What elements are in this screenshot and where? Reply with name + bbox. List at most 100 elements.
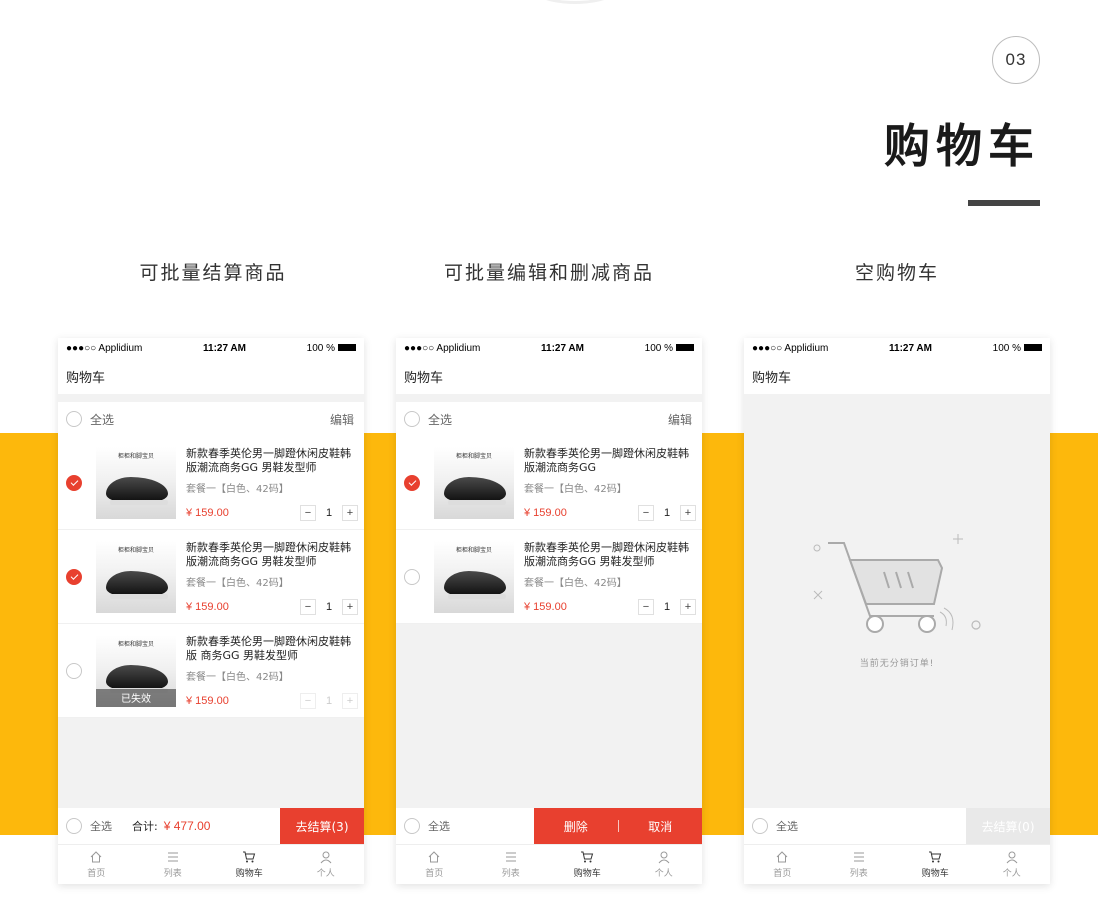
tab-cart[interactable]: 购物车 bbox=[549, 845, 626, 884]
select-all-radio[interactable] bbox=[404, 818, 420, 834]
battery-status: 100 % bbox=[993, 343, 1042, 354]
item-checkbox[interactable] bbox=[404, 568, 420, 585]
tab-profile[interactable]: 个人 bbox=[974, 845, 1051, 884]
tab-list[interactable]: 列表 bbox=[473, 845, 550, 884]
empty-state: 当前无分销订单! bbox=[744, 528, 1050, 669]
tab-cart[interactable]: 购物车 bbox=[211, 845, 288, 884]
battery-icon bbox=[338, 344, 356, 352]
quantity-value[interactable]: 1 bbox=[316, 599, 342, 615]
product-image[interactable]: 柜柜和脚宝贝 bbox=[96, 540, 176, 613]
item-checkbox[interactable] bbox=[66, 568, 82, 585]
cart-item: 柜柜和脚宝贝 新款春季英伦男一脚蹬休闲皮鞋韩版潮流商务GG 男鞋发型师 套餐一【… bbox=[396, 530, 702, 624]
checkout-bar: 全选 去结算(0) bbox=[744, 808, 1050, 844]
checkout-bar: 全选 合计: ¥ 477.00 去结算(3) bbox=[58, 808, 364, 844]
edit-button[interactable]: 编辑 bbox=[668, 411, 692, 428]
increment-button[interactable]: + bbox=[680, 504, 696, 521]
title-underline bbox=[968, 200, 1040, 206]
increment-button[interactable]: + bbox=[342, 504, 358, 521]
caption-batch-checkout: 可批量结算商品 bbox=[139, 262, 287, 284]
increment-button: + bbox=[342, 692, 358, 709]
decrement-button: − bbox=[300, 692, 316, 709]
cart-item: 柜柜和脚宝贝 新款春季英伦男一脚蹬休闲皮鞋韩版潮流商务GG 套餐一【白色、42码… bbox=[396, 436, 702, 530]
product-sku: 套餐一【白色、42码】 bbox=[186, 577, 289, 589]
nav-title: 购物车 bbox=[744, 358, 1050, 394]
product-price: ¥ 159.00 bbox=[186, 600, 229, 613]
tab-home[interactable]: 首页 bbox=[58, 845, 135, 884]
tab-cart[interactable]: 购物车 bbox=[897, 845, 974, 884]
delete-button[interactable]: 删除 bbox=[534, 818, 618, 835]
tab-home[interactable]: 首页 bbox=[744, 845, 821, 884]
product-image[interactable]: 柜柜和脚宝贝 bbox=[434, 540, 514, 613]
home-icon bbox=[428, 851, 440, 863]
battery-icon bbox=[1024, 344, 1042, 352]
item-checkbox[interactable] bbox=[66, 474, 82, 491]
product-price: ¥ 159.00 bbox=[186, 506, 229, 519]
carrier-label: ●●●○○ Applidium bbox=[66, 342, 143, 354]
tab-bar: 首页 列表 购物车 个人 bbox=[744, 844, 1050, 884]
increment-button[interactable]: + bbox=[342, 598, 358, 615]
phone-screen-edit: ●●●○○ Applidium 11:27 AM 100 % 购物车 全选 编辑… bbox=[396, 338, 702, 884]
checkout-button[interactable]: 去结算(3) bbox=[280, 808, 364, 844]
select-all-label: 全选 bbox=[776, 820, 798, 833]
select-all-radio[interactable] bbox=[66, 818, 82, 834]
battery-icon bbox=[676, 344, 694, 352]
quantity-stepper: − 1 + bbox=[638, 598, 696, 615]
product-price: ¥ 159.00 bbox=[524, 506, 567, 519]
person-icon bbox=[1006, 851, 1018, 864]
time-label: 11:27 AM bbox=[889, 342, 932, 354]
shoe-image bbox=[444, 476, 506, 505]
quantity-stepper: − 1 + bbox=[638, 504, 696, 521]
list-icon bbox=[505, 852, 516, 862]
product-sku: 套餐一【白色、42码】 bbox=[524, 577, 627, 589]
list-icon bbox=[853, 852, 864, 862]
product-image[interactable]: 柜柜和脚宝贝 已失效 bbox=[96, 634, 176, 707]
decrement-button[interactable]: − bbox=[300, 598, 316, 615]
edit-button[interactable]: 编辑 bbox=[330, 411, 354, 428]
product-name[interactable]: 新款春季英伦男一脚蹬休闲皮鞋韩版 商务GG 男鞋发型师 bbox=[186, 635, 358, 663]
tab-list[interactable]: 列表 bbox=[135, 845, 212, 884]
quantity-value[interactable]: 1 bbox=[654, 505, 680, 521]
edit-action-bar: 全选 删除 取消 bbox=[396, 808, 702, 844]
increment-button[interactable]: + bbox=[680, 598, 696, 615]
product-name[interactable]: 新款春季英伦男一脚蹬休闲皮鞋韩版潮流商务GG 男鞋发型师 bbox=[186, 447, 358, 475]
product-name[interactable]: 新款春季英伦男一脚蹬休闲皮鞋韩版潮流商务GG bbox=[524, 447, 696, 475]
quantity-value[interactable]: 1 bbox=[654, 599, 680, 615]
quantity-value[interactable]: 1 bbox=[316, 505, 342, 521]
product-price: ¥ 159.00 bbox=[186, 694, 229, 707]
time-label: 11:27 AM bbox=[541, 342, 584, 354]
quantity-stepper: − 1 + bbox=[300, 692, 358, 709]
empty-cart-icon bbox=[813, 534, 981, 633]
product-image[interactable]: 柜柜和脚宝贝 bbox=[96, 446, 176, 519]
tab-list[interactable]: 列表 bbox=[821, 845, 898, 884]
tab-bar: 首页 列表 购物车 个人 bbox=[396, 844, 702, 884]
decrement-button[interactable]: − bbox=[638, 598, 654, 615]
tab-profile[interactable]: 个人 bbox=[626, 845, 703, 884]
select-all-radio[interactable] bbox=[404, 411, 420, 427]
decrement-button[interactable]: − bbox=[300, 504, 316, 521]
nav-title: 购物车 bbox=[58, 358, 364, 394]
product-image[interactable]: 柜柜和脚宝贝 bbox=[434, 446, 514, 519]
select-all-label: 全选 bbox=[428, 412, 453, 427]
tab-home[interactable]: 首页 bbox=[396, 845, 473, 884]
cancel-button[interactable]: 取消 bbox=[619, 818, 703, 835]
home-icon bbox=[90, 851, 102, 863]
status-bar: ●●●○○ Applidium 11:27 AM 100 % bbox=[58, 338, 364, 358]
total-label: 合计: bbox=[132, 820, 158, 833]
phone-screen-checkout: ●●●○○ Applidium 11:27 AM 100 % 购物车 全选 编辑… bbox=[58, 338, 364, 884]
nav-title: 购物车 bbox=[396, 358, 702, 394]
item-checkbox[interactable] bbox=[404, 474, 420, 491]
person-icon bbox=[658, 851, 670, 864]
product-name[interactable]: 新款春季英伦男一脚蹬休闲皮鞋韩版潮流商务GG 男鞋发型师 bbox=[186, 541, 358, 569]
decrement-button[interactable]: − bbox=[638, 504, 654, 521]
shoe-image bbox=[444, 570, 506, 599]
quantity-stepper: − 1 + bbox=[300, 598, 358, 615]
person-icon bbox=[320, 851, 332, 864]
item-checkbox[interactable] bbox=[66, 662, 82, 679]
status-bar: ●●●○○ Applidium 11:27 AM 100 % bbox=[396, 338, 702, 358]
select-all-radio[interactable] bbox=[752, 818, 768, 834]
time-label: 11:27 AM bbox=[203, 342, 246, 354]
select-all-radio[interactable] bbox=[66, 411, 82, 427]
product-name[interactable]: 新款春季英伦男一脚蹬休闲皮鞋韩版潮流商务GG 男鞋发型师 bbox=[524, 541, 696, 569]
cart-icon bbox=[929, 851, 942, 863]
tab-profile[interactable]: 个人 bbox=[288, 845, 365, 884]
